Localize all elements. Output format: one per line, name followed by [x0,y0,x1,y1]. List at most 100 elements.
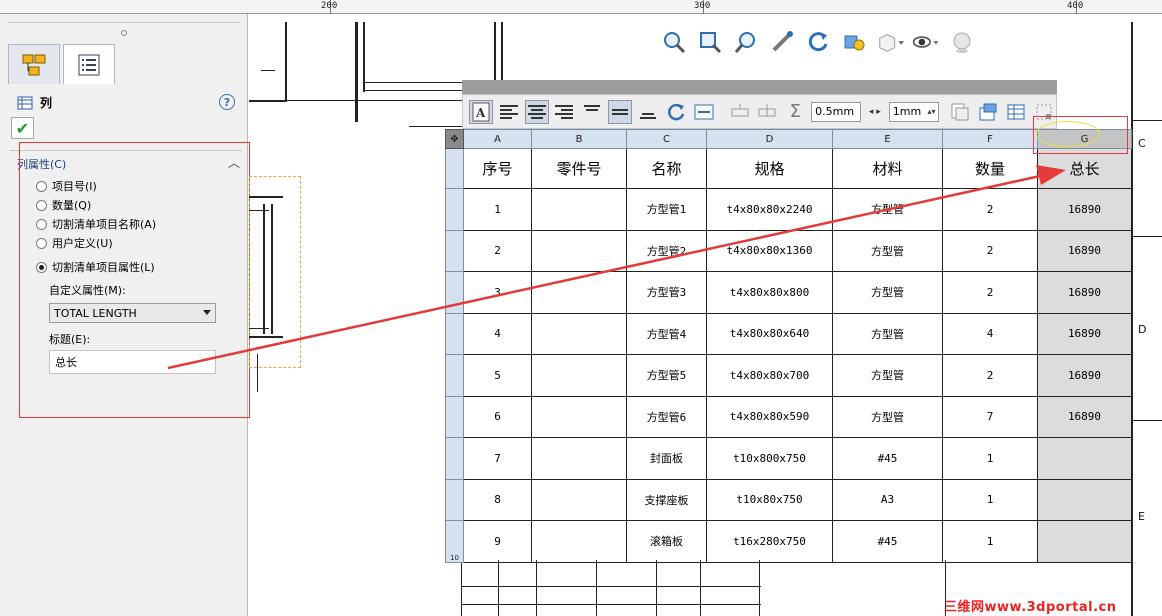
zoom-to-area-icon[interactable] [696,28,724,56]
radio-button[interactable] [36,218,47,230]
table-cell[interactable]: 方型管 [832,395,943,438]
table-cell[interactable]: 方型管3 [626,271,707,314]
align-middle-icon[interactable] [608,99,633,124]
table-grid-icon[interactable] [1004,100,1028,124]
help-icon[interactable]: ? [219,94,235,110]
header-cell[interactable]: 材料 [832,148,943,189]
table-cell[interactable]: 支撑座板 [626,478,707,521]
table-cell[interactable]: 方型管 [832,312,943,355]
row-header[interactable] [445,437,464,480]
text-format-icon[interactable]: A [469,99,493,124]
column-letter-g[interactable]: G [1037,129,1132,149]
border-width-input-2[interactable]: 1mm ▴▾ [888,101,939,122]
radio-cutlist-item-property[interactable]: 切割清单项目属性(L) [36,259,155,275]
table-cell[interactable]: 1 [942,478,1038,521]
table-cell[interactable]: 2 [942,354,1038,397]
merge-cells-icon[interactable] [728,100,752,124]
table-cell[interactable]: 2 [463,229,532,272]
table-cell[interactable]: 1 [942,437,1038,480]
unmerge-cells-icon[interactable] [755,100,779,124]
table-cell[interactable] [531,478,627,521]
copy-table-icon[interactable] [949,100,973,124]
table-cell[interactable]: 4 [463,312,532,355]
table-move-handle-icon[interactable]: ✥ [445,129,464,149]
row-header[interactable] [445,312,464,355]
table-cell[interactable] [531,520,627,563]
table-cell[interactable]: 8 [463,478,532,521]
header-cell[interactable]: 数量 [942,148,1038,189]
table-cell[interactable] [531,354,627,397]
panel-splitter[interactable] [8,22,240,23]
table-cell[interactable]: 方型管2 [626,229,707,272]
table-cell[interactable] [531,437,627,480]
radio-button-selected[interactable] [36,261,47,273]
radio-item-number[interactable]: 项目号(I) [36,178,97,194]
table-cell[interactable]: 方型管6 [626,395,707,438]
table-cell[interactable]: t4x80x80x590 [706,395,833,438]
table-anchor-icon[interactable] [1032,100,1056,124]
table-cell[interactable]: 方型管 [832,271,943,314]
row-header[interactable] [445,271,464,314]
ok-button[interactable]: ✔ [11,117,34,139]
table-cell[interactable]: 1 [942,520,1038,563]
table-layer-icon[interactable] [976,100,1000,124]
header-cell[interactable]: 名称 [626,148,707,189]
column-properties-header[interactable]: 列属性(C) [17,156,66,172]
table-cell[interactable]: 9 [463,520,532,563]
table-cell[interactable]: #45 [832,520,943,563]
table-cell[interactable]: 方型管 [832,188,943,231]
radio-user-defined[interactable]: 用户定义(U) [36,235,113,251]
table-cell[interactable]: 封面板 [626,437,707,480]
table-cell[interactable]: 方型管4 [626,312,707,355]
align-top-icon[interactable] [580,100,604,124]
table-cell[interactable]: t4x80x80x700 [706,354,833,397]
header-cell-total-length[interactable]: 总长 [1037,148,1132,189]
table-cell[interactable]: #45 [832,437,943,480]
table-cell[interactable]: 16890 [1037,229,1132,272]
panel-grip-icon[interactable] [121,30,127,36]
header-cell[interactable]: 序号 [463,148,532,189]
chevron-up-icon[interactable]: ︿ [228,154,240,171]
column-letter-d[interactable]: D [706,129,833,149]
row-header[interactable] [445,229,464,272]
column-letter-e[interactable]: E [832,129,943,149]
column-letter-f[interactable]: F [942,129,1038,149]
header-cell[interactable]: 规格 [706,148,833,189]
table-cell[interactable]: t16x280x750 [706,520,833,563]
fit-width-icon[interactable] [692,100,716,124]
table-cell[interactable]: 2 [942,229,1038,272]
radio-button[interactable] [36,237,47,249]
column-letter-b[interactable]: B [531,129,627,149]
table-cell[interactable]: 4 [942,312,1038,355]
row-header[interactable] [445,354,464,397]
spinner-arrows-icon[interactable]: ◂ ▸ [865,100,885,124]
display-style-icon[interactable] [876,28,904,56]
table-cell[interactable]: 方型管5 [626,354,707,397]
tab-property-manager[interactable] [63,44,115,84]
hide-show-icon[interactable] [912,28,940,56]
header-cell[interactable]: 零件号 [531,148,627,189]
table-cell[interactable]: t4x80x80x640 [706,312,833,355]
table-cell[interactable] [1037,520,1132,563]
table-cell[interactable]: 2 [942,271,1038,314]
table-cell[interactable]: 3 [463,271,532,314]
redraw-icon[interactable] [840,28,868,56]
table-cell[interactable]: 5 [463,354,532,397]
sum-icon[interactable]: Σ [783,100,807,124]
table-cell[interactable] [1037,478,1132,521]
table-cell[interactable]: t4x80x80x2240 [706,188,833,231]
align-center-icon[interactable] [524,99,549,124]
table-cell[interactable]: 1 [463,188,532,231]
radio-cutlist-item-name[interactable]: 切割清单项目名称(A) [36,216,156,232]
align-right-icon[interactable] [553,100,577,124]
row-header[interactable] [445,148,464,189]
custom-property-select[interactable]: TOTAL LENGTH [49,303,216,323]
table-cell[interactable]: t10x80x750 [706,478,833,521]
table-cell[interactable] [531,395,627,438]
table-cell[interactable]: t4x80x80x1360 [706,229,833,272]
table-cell[interactable]: 7 [942,395,1038,438]
table-cell[interactable] [1037,437,1132,480]
column-letter-c[interactable]: C [626,129,707,149]
table-cell[interactable]: 方型管1 [626,188,707,231]
column-letter-a[interactable]: A [463,129,532,149]
